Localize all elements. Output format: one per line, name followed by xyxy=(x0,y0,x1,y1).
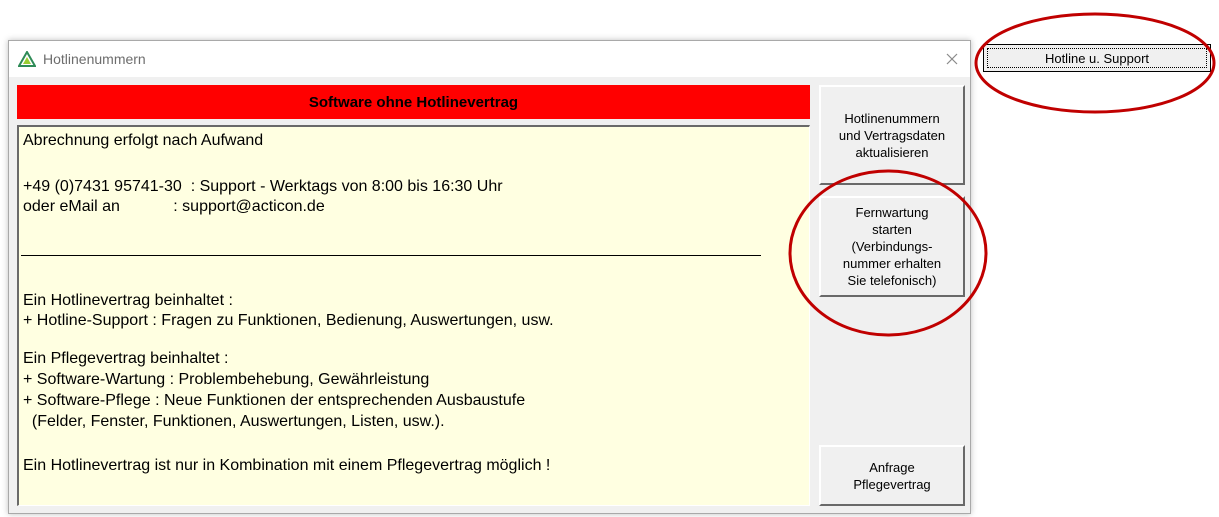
request-maintenance-contract-button[interactable]: Anfrage Pflegevertrag xyxy=(819,445,965,506)
remote-button-label: Fernwartung starten (Verbindungs- nummer… xyxy=(842,205,942,288)
request-button-label: Anfrage Pflegevertrag xyxy=(853,459,931,492)
window-title: Hotlinenummern xyxy=(43,51,146,67)
info-line: (Felder, Fenster, Funktionen, Auswertung… xyxy=(23,413,445,430)
update-hotline-data-button[interactable]: Hotlinenummern und Vertragsdaten aktuali… xyxy=(819,85,965,185)
update-button-label: Hotlinenummern und Vertragsdaten aktuali… xyxy=(838,110,946,160)
info-line: + Hotline-Support : Fragen zu Funktionen… xyxy=(23,312,554,329)
recycle-logo-icon xyxy=(18,51,36,67)
info-line: + Software-Wartung : Problembehebung, Ge… xyxy=(23,371,430,388)
close-icon[interactable] xyxy=(940,47,964,71)
title-bar: Hotlinenummern xyxy=(9,41,970,77)
hotline-support-button[interactable]: Hotline u. Support xyxy=(983,44,1211,72)
divider xyxy=(21,255,761,256)
hotline-support-label: Hotline u. Support xyxy=(1044,50,1150,66)
info-panel: Abrechnung erfolgt nach Aufwand +49 (0)7… xyxy=(17,125,810,506)
info-line: oder eMail an : support@acticon.de xyxy=(23,198,325,215)
remote-maintenance-button[interactable]: Fernwartung starten (Verbindungs- nummer… xyxy=(819,196,965,297)
info-line: +49 (0)7431 95741-30 : Support - Werktag… xyxy=(23,178,503,195)
info-line: + Software-Pflege : Neue Funktionen der … xyxy=(23,392,526,409)
hotline-dialog: Hotlinenummern Software ohne Hotlinevert… xyxy=(8,40,971,514)
info-line: Ein Hotlinevertrag beinhaltet : xyxy=(23,292,233,309)
info-line: Abrechnung erfolgt nach Aufwand xyxy=(23,132,264,149)
contract-status-banner: Software ohne Hotlinevertrag xyxy=(17,85,810,119)
hotline-support-focus-rect: Hotline u. Support xyxy=(987,48,1207,68)
info-line: Ein Pflegevertrag beinhaltet : xyxy=(23,350,229,367)
info-line: Ein Hotlinevertrag ist nur in Kombinatio… xyxy=(23,457,551,474)
